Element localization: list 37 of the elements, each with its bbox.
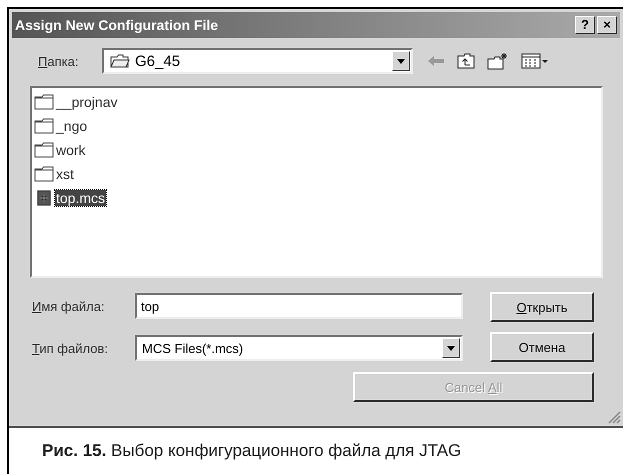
dropdown-button[interactable] — [392, 51, 410, 71]
folder-item[interactable]: work — [34, 138, 599, 162]
figure-caption: Рис. 15. Выбор конфигурационного файла для JTAG — [41, 440, 462, 462]
file-name: top.mcs — [55, 190, 106, 206]
file-type-label: Тип файлов: — [32, 340, 109, 356]
folder-name: G6_45 — [135, 52, 182, 70]
folder-icon — [34, 166, 54, 182]
file-item[interactable]: top.mcs — [34, 186, 599, 210]
folder-item[interactable]: _ngo — [34, 114, 599, 138]
file-name: __projnav — [55, 94, 118, 110]
folder-item[interactable]: __projnav — [34, 90, 599, 114]
close-button[interactable]: × — [597, 16, 617, 34]
file-name: _ngo — [55, 118, 88, 134]
up-folder-icon[interactable] — [457, 53, 475, 69]
file-type-dropdown[interactable]: MCS Files(*.mcs) — [135, 335, 463, 361]
file-name: work — [55, 142, 87, 158]
new-folder-icon[interactable] — [487, 52, 509, 70]
open-button[interactable]: Открыть — [490, 292, 594, 322]
help-button[interactable]: ? — [575, 16, 595, 34]
window-title: Assign New Configuration File — [15, 17, 218, 33]
resize-grip-icon[interactable] — [607, 410, 621, 424]
file-name: xst — [55, 166, 75, 182]
cancel-button[interactable]: Отмена — [490, 332, 594, 362]
folder-label: Папка: — [38, 54, 80, 68]
folder-icon — [34, 118, 54, 134]
folder-icon — [34, 142, 54, 158]
file-name-field[interactable]: top — [135, 293, 463, 319]
dropdown-button[interactable] — [442, 338, 460, 358]
folder-icon — [34, 94, 54, 110]
folder-icon — [110, 54, 130, 68]
caret-icon — [397, 58, 405, 64]
file-type-value: MCS Files(*.mcs) — [141, 340, 244, 356]
caret-icon — [447, 346, 455, 350]
file-name-label: Имя файла: — [32, 298, 106, 314]
view-menu-icon[interactable] — [521, 53, 549, 69]
folder-item[interactable]: xst — [34, 162, 599, 186]
folder-dropdown[interactable]: G6_45 — [102, 48, 413, 74]
